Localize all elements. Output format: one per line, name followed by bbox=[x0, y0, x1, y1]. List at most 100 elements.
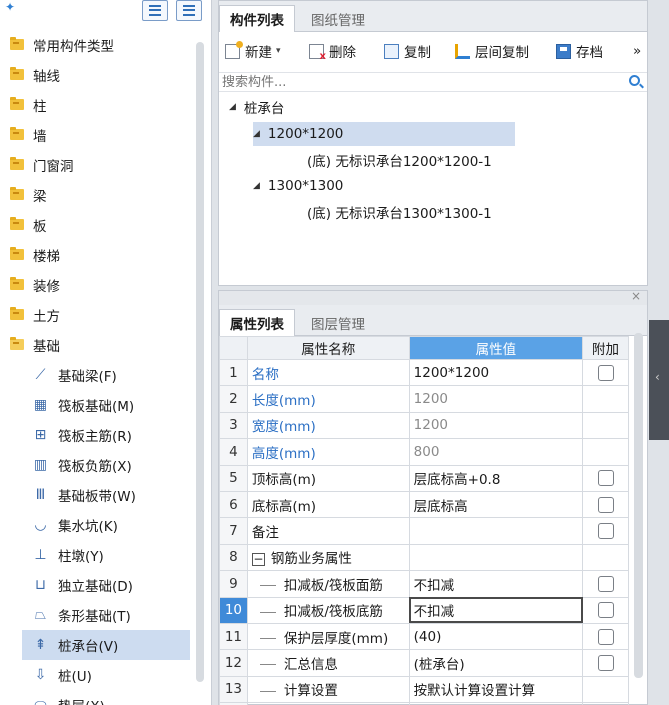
property-value[interactable]: 按默认计算设置计算 bbox=[408, 675, 584, 704]
tab-drawing-management[interactable]: 图纸管理 bbox=[301, 5, 375, 32]
delete-button[interactable]: 删除 bbox=[309, 41, 356, 62]
tree-group-1200[interactable]: ◢ 1200*1200 bbox=[253, 122, 515, 146]
extra-cell[interactable] bbox=[582, 622, 629, 651]
sub-item-5[interactable]: ◡ 集水坑(K) bbox=[0, 510, 196, 540]
property-value[interactable]: 800 bbox=[408, 438, 584, 466]
property-row[interactable]: 3 宽度(mm) 1200 bbox=[219, 411, 629, 440]
property-row[interactable]: 9 扣减板/筏板面筋 不扣减 bbox=[219, 570, 629, 598]
column-header-name[interactable]: 属性名称 bbox=[246, 336, 410, 360]
collapse-side-panel-button[interactable] bbox=[649, 320, 669, 440]
property-name-cell[interactable]: 扣减板/筏板面筋 bbox=[246, 570, 410, 598]
extra-cell[interactable] bbox=[582, 596, 629, 624]
extra-checkbox[interactable] bbox=[597, 470, 614, 487]
property-value[interactable]: (40) bbox=[408, 622, 584, 651]
nav-item-6[interactable]: 板 bbox=[0, 211, 196, 238]
extra-checkbox[interactable] bbox=[597, 496, 614, 513]
tree-item[interactable]: (底) 无标识承台1300*1300-1 bbox=[307, 200, 492, 224]
property-row[interactable]: 12 汇总信息 (桩承台) bbox=[219, 649, 629, 677]
property-value[interactable] bbox=[408, 517, 584, 545]
extra-cell[interactable] bbox=[582, 464, 629, 492]
extra-checkbox[interactable] bbox=[597, 364, 614, 381]
tree-item[interactable]: (底) 无标识承台1200*1200-1 bbox=[307, 148, 492, 172]
sub-item-9[interactable]: ⇞ 桩承台(V) bbox=[22, 630, 190, 660]
property-row[interactable]: 2 长度(mm) 1200 bbox=[219, 385, 629, 413]
property-name-cell[interactable]: 名称 bbox=[246, 358, 410, 387]
property-value[interactable]: 层底标高+0.8 bbox=[408, 464, 584, 492]
property-row[interactable]: 7 备注 bbox=[219, 517, 629, 545]
sub-item-6[interactable]: ⊥ 柱墩(Y) bbox=[0, 540, 196, 570]
extra-checkbox[interactable] bbox=[597, 523, 614, 540]
property-name-cell[interactable]: 高度(mm) bbox=[246, 438, 410, 466]
expand-icon[interactable]: ◢ bbox=[253, 181, 260, 191]
sub-item-0[interactable]: ⟋ 基础梁(F) bbox=[0, 360, 196, 390]
property-name-cell[interactable]: − 钢筋业务属性 bbox=[246, 543, 410, 572]
sub-item-10[interactable]: ⇩ 桩(U) bbox=[0, 660, 196, 690]
more-button[interactable]: » bbox=[633, 41, 641, 61]
property-name-cell[interactable]: 计算设置 bbox=[246, 675, 410, 704]
collapse-icon[interactable]: − bbox=[251, 552, 265, 566]
property-name-cell[interactable]: 顶标高(m) bbox=[246, 464, 410, 492]
property-value[interactable]: 层底标高 bbox=[408, 490, 584, 519]
property-name-cell[interactable]: 扣减板/筏板底筋 bbox=[246, 596, 410, 624]
nav-item-9[interactable]: 土方 bbox=[0, 301, 196, 328]
property-value[interactable]: 1200 bbox=[408, 411, 584, 440]
property-name-cell[interactable]: 汇总信息 bbox=[246, 649, 410, 677]
property-row[interactable]: 5 顶标高(m) 层底标高+0.8 bbox=[219, 464, 629, 492]
sub-item-7[interactable]: ⊔ 独立基础(D) bbox=[0, 570, 196, 600]
list-view-button[interactable] bbox=[142, 0, 168, 21]
search-icon[interactable] bbox=[629, 75, 640, 86]
copy-button[interactable]: 复制 bbox=[384, 41, 431, 61]
sub-item-11[interactable]: ⬭ 垫层(X) bbox=[0, 690, 196, 705]
nav-item-2[interactable]: 柱 bbox=[0, 91, 196, 118]
tab-property-list[interactable]: 属性列表 bbox=[219, 309, 295, 336]
left-scrollbar[interactable] bbox=[196, 42, 204, 682]
extra-checkbox[interactable] bbox=[597, 602, 614, 619]
property-value[interactable]: 1200 bbox=[408, 385, 584, 413]
extra-cell[interactable] bbox=[582, 517, 629, 545]
tree-group-1300[interactable]: ◢ 1300*1300 bbox=[253, 174, 343, 198]
property-row[interactable]: 10 扣减板/筏板底筋 不扣减 bbox=[219, 596, 629, 624]
tree-root[interactable]: ◢ 桩承台 bbox=[229, 95, 284, 119]
nav-item-1[interactable]: 轴线 bbox=[0, 61, 196, 88]
extra-checkbox[interactable] bbox=[597, 654, 614, 671]
pin-icon[interactable]: ✦ bbox=[5, 0, 15, 14]
extra-checkbox[interactable] bbox=[597, 575, 614, 592]
extra-checkbox[interactable] bbox=[597, 628, 614, 645]
tab-component-list[interactable]: 构件列表 bbox=[219, 5, 295, 32]
nav-item-0[interactable]: 常用构件类型 bbox=[0, 31, 196, 58]
nav-item-5[interactable]: 梁 bbox=[0, 181, 196, 208]
property-name-cell[interactable]: 宽度(mm) bbox=[246, 411, 410, 440]
property-scrollbar[interactable] bbox=[634, 333, 643, 678]
property-name-cell[interactable]: 保护层厚度(mm) bbox=[246, 622, 410, 651]
extra-cell[interactable] bbox=[582, 358, 629, 387]
property-value[interactable]: 不扣减 bbox=[408, 570, 584, 598]
nav-item-8[interactable]: 装修 bbox=[0, 271, 196, 298]
property-row[interactable]: 11 保护层厚度(mm) (40) bbox=[219, 622, 629, 651]
nav-item-7[interactable]: 楼梯 bbox=[0, 241, 196, 268]
column-header-value[interactable]: 属性值 bbox=[408, 336, 584, 360]
property-name-cell[interactable]: 备注 bbox=[246, 517, 410, 545]
chevron-down-icon[interactable]: ▾ bbox=[276, 46, 281, 56]
property-row[interactable]: 1 名称 1200*1200 bbox=[219, 358, 629, 387]
extra-cell[interactable] bbox=[582, 490, 629, 519]
property-row[interactable]: 6 底标高(m) 层底标高 bbox=[219, 490, 629, 519]
property-value[interactable] bbox=[408, 543, 584, 572]
tab-layer-management[interactable]: 图层管理 bbox=[301, 309, 375, 336]
expand-icon[interactable]: ◢ bbox=[229, 102, 236, 112]
extra-cell[interactable] bbox=[582, 649, 629, 677]
property-name-cell[interactable]: 长度(mm) bbox=[246, 385, 410, 413]
nav-item-3[interactable]: 墙 bbox=[0, 121, 196, 148]
sub-item-8[interactable]: ⏢ 条形基础(T) bbox=[0, 600, 196, 630]
nav-item-10[interactable]: 基础 bbox=[0, 331, 196, 358]
property-row[interactable]: 13 计算设置 按默认计算设置计算 bbox=[219, 675, 629, 704]
property-row[interactable]: 8− 钢筋业务属性 bbox=[219, 543, 629, 572]
property-row[interactable]: 4 高度(mm) 800 bbox=[219, 438, 629, 466]
sub-item-4[interactable]: Ⅲ 基础板带(W) bbox=[0, 480, 196, 510]
layer-copy-button[interactable]: 层间复制 bbox=[455, 41, 529, 61]
nav-item-4[interactable]: 门窗洞 bbox=[0, 151, 196, 178]
extra-cell[interactable] bbox=[582, 570, 629, 598]
detail-view-button[interactable] bbox=[176, 0, 202, 21]
close-icon[interactable]: × bbox=[631, 289, 641, 303]
sub-item-3[interactable]: ▥ 筏板负筋(X) bbox=[0, 450, 196, 480]
sub-item-1[interactable]: ▦ 筏板基础(M) bbox=[0, 390, 196, 420]
